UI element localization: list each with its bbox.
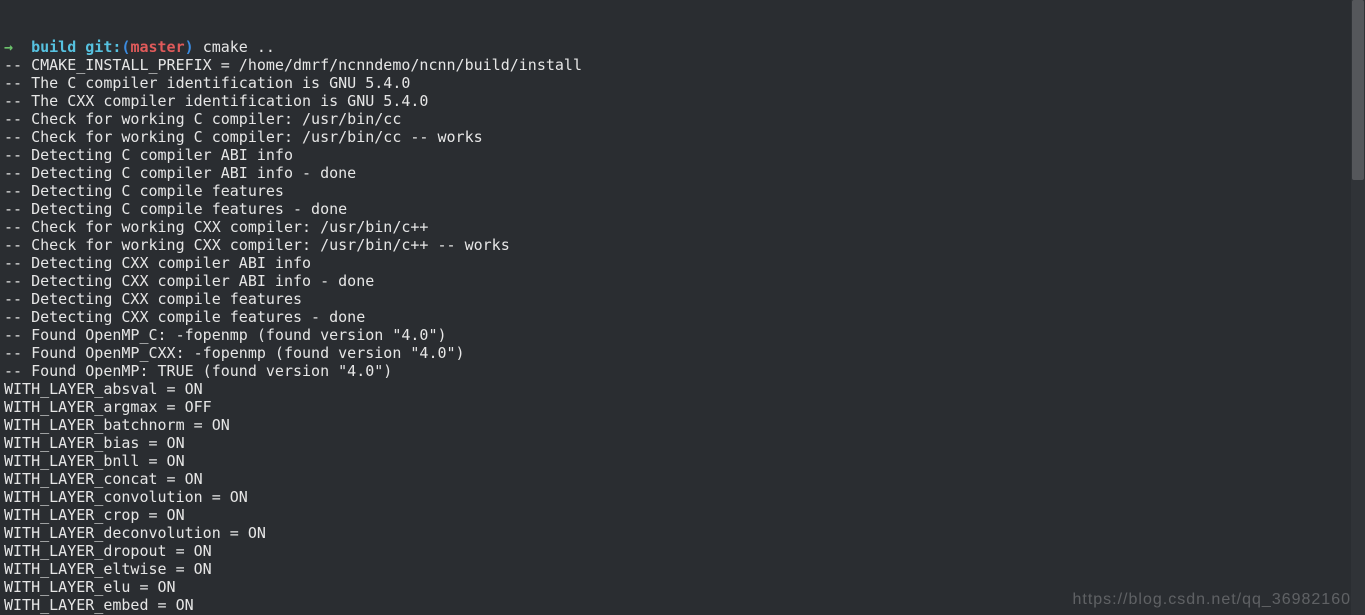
output-line: WITH_LAYER_concat = ON <box>4 470 1361 488</box>
output-line: WITH_LAYER_convolution = ON <box>4 488 1361 506</box>
scrollbar-vertical[interactable] <box>1351 0 1365 615</box>
output-line: WITH_LAYER_bnll = ON <box>4 452 1361 470</box>
output-lines: -- CMAKE_INSTALL_PREFIX = /home/dmrf/ncn… <box>4 56 1361 615</box>
output-line: -- The C compiler identification is GNU … <box>4 74 1361 92</box>
output-line: -- Check for working CXX compiler: /usr/… <box>4 218 1361 236</box>
paren-close: ) <box>185 38 194 56</box>
output-line: -- Detecting CXX compiler ABI info <box>4 254 1361 272</box>
output-line: WITH_LAYER_argmax = OFF <box>4 398 1361 416</box>
output-line: -- Check for working C compiler: /usr/bi… <box>4 110 1361 128</box>
output-line: -- Detecting CXX compiler ABI info - don… <box>4 272 1361 290</box>
output-line: -- Detecting C compiler ABI info - done <box>4 164 1361 182</box>
prompt-line: → build git:(master) cmake .. <box>4 38 1361 56</box>
output-line: -- Detecting CXX compile features <box>4 290 1361 308</box>
output-line: -- Found OpenMP_C: -fopenmp (found versi… <box>4 326 1361 344</box>
output-line: -- Found OpenMP: TRUE (found version "4.… <box>4 362 1361 380</box>
output-line: -- Detecting C compiler ABI info <box>4 146 1361 164</box>
prompt-dir: build <box>31 38 76 56</box>
output-line: -- Check for working C compiler: /usr/bi… <box>4 128 1361 146</box>
output-line: -- Detecting C compile features - done <box>4 200 1361 218</box>
prompt-git-label: git: <box>85 38 121 56</box>
output-line: -- The CXX compiler identification is GN… <box>4 92 1361 110</box>
output-line: -- Detecting C compile features <box>4 182 1361 200</box>
output-line: WITH_LAYER_bias = ON <box>4 434 1361 452</box>
output-line: WITH_LAYER_batchnorm = ON <box>4 416 1361 434</box>
output-line: -- CMAKE_INSTALL_PREFIX = /home/dmrf/ncn… <box>4 56 1361 74</box>
output-line: WITH_LAYER_dropout = ON <box>4 542 1361 560</box>
output-line: -- Detecting CXX compile features - done <box>4 308 1361 326</box>
output-line: WITH_LAYER_eltwise = ON <box>4 560 1361 578</box>
watermark-text: https://blog.csdn.net/qq_36982160 <box>1072 591 1351 609</box>
output-line: -- Check for working CXX compiler: /usr/… <box>4 236 1361 254</box>
prompt-branch: master <box>130 38 184 56</box>
terminal-output: → build git:(master) cmake ..-- CMAKE_IN… <box>0 0 1365 615</box>
output-line: WITH_LAYER_deconvolution = ON <box>4 524 1361 542</box>
prompt-command: cmake .. <box>203 38 275 56</box>
prompt-arrow: → <box>4 38 13 56</box>
output-line: WITH_LAYER_crop = ON <box>4 506 1361 524</box>
output-line: WITH_LAYER_absval = ON <box>4 380 1361 398</box>
scrollbar-thumb[interactable] <box>1352 0 1364 180</box>
output-line: -- Found OpenMP_CXX: -fopenmp (found ver… <box>4 344 1361 362</box>
